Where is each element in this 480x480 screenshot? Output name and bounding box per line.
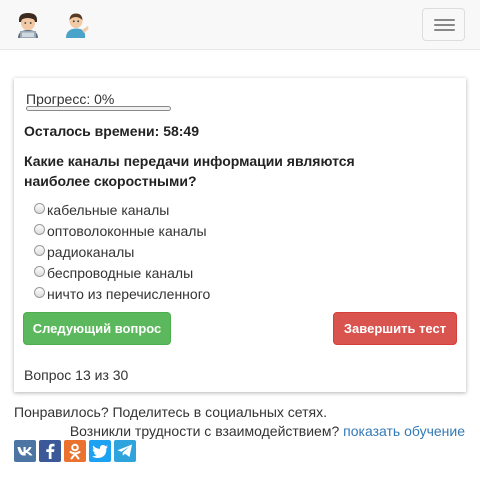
navbar	[0, 0, 480, 50]
navbar-toggle-button[interactable]	[422, 8, 465, 41]
telegram-icon[interactable]	[114, 440, 136, 462]
radio-button[interactable]	[34, 202, 45, 214]
answer-options: кабельные каналы оптоволоконные каналы р…	[34, 199, 210, 304]
answer-option[interactable]: оптоволоконные каналы	[34, 220, 210, 241]
facebook-icon[interactable]	[39, 440, 61, 462]
man-technologist-icon[interactable]	[16, 12, 40, 38]
social-share-buttons	[14, 440, 136, 462]
radio-button[interactable]	[34, 265, 45, 277]
radio-button[interactable]	[34, 223, 45, 235]
hamburger-icon-line	[434, 29, 455, 31]
answer-option[interactable]: кабельные каналы	[34, 199, 210, 220]
answer-option[interactable]: ничто из перечисленного	[34, 283, 210, 304]
answer-option-label: оптоволоконные каналы	[47, 222, 207, 239]
share-prompt-text: Понравилось? Поделитесь в социальных сет…	[14, 404, 327, 420]
quiz-card: Прогресс: 0% Осталось времени: 58:49 Как…	[14, 78, 466, 392]
answer-option-label: радиоканалы	[47, 243, 135, 260]
show-tutorial-link[interactable]: показать обучение	[343, 423, 465, 439]
question-counter: Вопрос 13 из 30	[24, 367, 129, 383]
radio-button[interactable]	[34, 244, 45, 256]
question-text: Какие каналы передачи информации являютс…	[24, 153, 355, 189]
answer-option[interactable]: радиоканалы	[34, 241, 210, 262]
hamburger-icon-line	[434, 24, 455, 26]
vk-icon[interactable]	[14, 440, 36, 462]
hamburger-icon	[434, 19, 455, 21]
help-text: Возникли трудности с взаимодействием?	[69, 423, 340, 439]
answer-option-label: беспроводные каналы	[47, 264, 194, 281]
answer-option-label: ничто из перечисленного	[47, 285, 211, 302]
progress-bar	[26, 106, 171, 111]
help-line: Возникли трудности с взаимодействием? по…	[70, 423, 465, 439]
twitter-icon[interactable]	[89, 440, 111, 462]
progress-label: Прогресс: 0%	[26, 91, 115, 107]
next-question-button[interactable]: Следующий вопрос	[23, 312, 171, 345]
timer-text: Осталось времени: 58:49	[24, 123, 199, 139]
odnoklassniki-icon[interactable]	[64, 440, 86, 462]
answer-option[interactable]: беспроводные каналы	[34, 262, 210, 283]
finish-test-button[interactable]: Завершить тест	[333, 312, 457, 345]
answer-option-label: кабельные каналы	[47, 201, 170, 218]
radio-button[interactable]	[34, 286, 45, 298]
man-tipping-hand-icon[interactable]	[65, 12, 89, 38]
